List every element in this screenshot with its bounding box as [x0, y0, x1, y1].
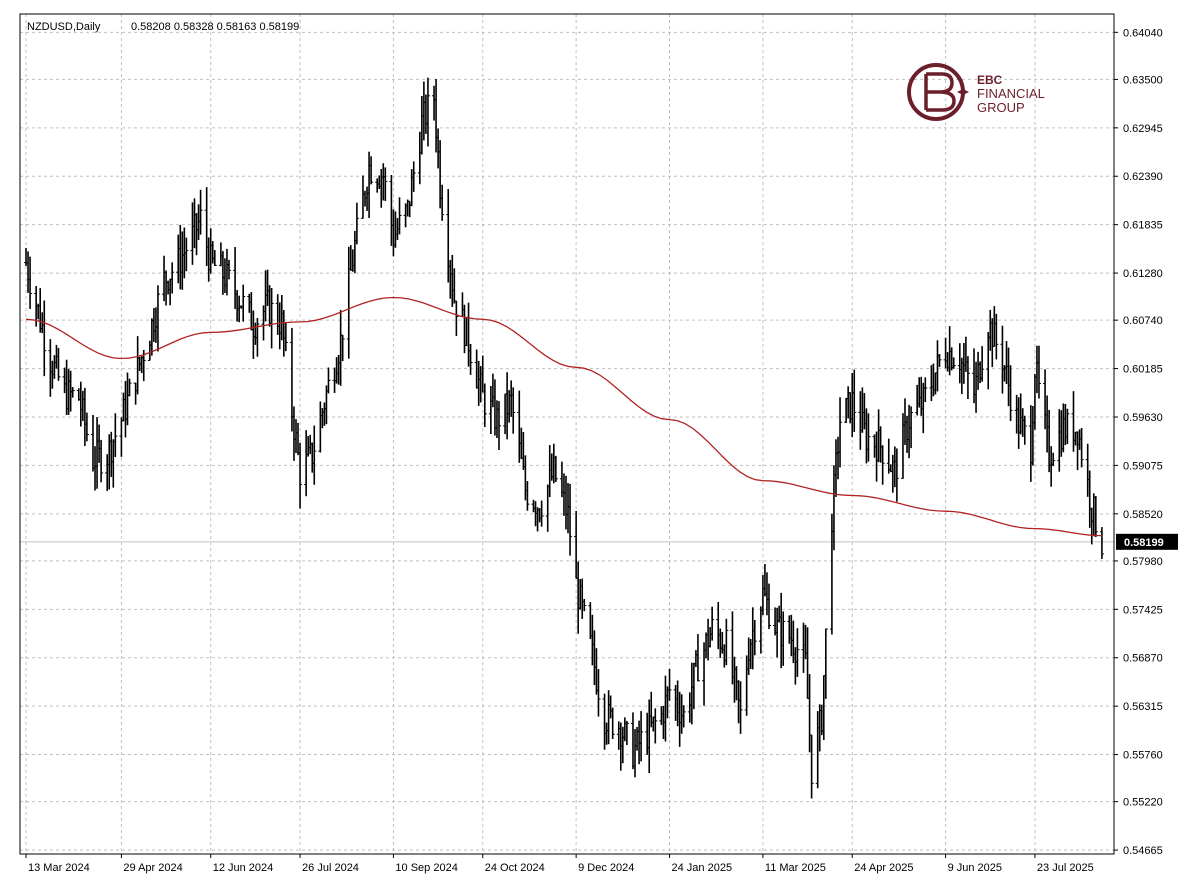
ohlc-values-label: 0.58208 0.58328 0.58163 0.58199 [131, 21, 299, 33]
time-tick-label: 13 Mar 2024 [28, 862, 90, 874]
price-tick-label: 0.63500 [1123, 74, 1163, 86]
price-tick-label: 0.57425 [1123, 604, 1163, 616]
price-tick-label: 0.62945 [1123, 123, 1163, 135]
price-tick-label: 0.59075 [1123, 460, 1163, 472]
time-tick-label: 23 Jul 2025 [1037, 862, 1094, 874]
price-tick-label: 0.55760 [1123, 750, 1163, 762]
time-tick-label: 24 Jan 2025 [672, 862, 733, 874]
price-tick-label: 0.57980 [1123, 556, 1163, 568]
symbol-label: NZDUSD,Daily [27, 21, 101, 33]
time-tick-label: 11 Mar 2025 [765, 862, 826, 874]
price-tick-label: 0.56315 [1123, 701, 1163, 713]
price-tick-label: 0.62390 [1123, 171, 1163, 183]
time-tick-label: 9 Jun 2025 [948, 862, 1002, 874]
time-tick-label: 24 Apr 2025 [854, 862, 913, 874]
price-tick-label: 0.58520 [1123, 509, 1163, 521]
price-tick-label: 0.61280 [1123, 268, 1163, 280]
price-tick-label: 0.56870 [1123, 653, 1163, 665]
price-chart[interactable]: 0.64040 0.63500 0.62945 0.62390 0.61835 0.612… [0, 0, 1200, 896]
price-tick-label: 0.60185 [1123, 364, 1163, 376]
time-tick-label: 10 Sep 2024 [395, 862, 457, 874]
price-tick-label: 0.54665 [1123, 845, 1163, 857]
logo-line-ebc: EBC [977, 73, 1003, 87]
time-tick-label: 29 Apr 2024 [123, 862, 182, 874]
time-tick-label: 12 Jun 2024 [213, 862, 274, 874]
chart-info: NZDUSD,Daily 0.58208 0.58328 0.58163 0.5… [27, 21, 299, 33]
price-tick-label: 0.55220 [1123, 797, 1163, 809]
price-tick-label: 0.60740 [1123, 315, 1163, 327]
time-tick-label: 24 Oct 2024 [485, 862, 545, 874]
chart-background [0, 0, 1200, 896]
logo-line-group: GROUP [977, 100, 1025, 115]
price-tick-label: 0.61835 [1123, 220, 1163, 232]
time-tick-label: 9 Dec 2024 [578, 862, 634, 874]
time-tick-label: 26 Jul 2024 [302, 862, 359, 874]
current-price-tag-label: 0.58199 [1124, 537, 1164, 549]
price-tick-label: 0.64040 [1123, 27, 1163, 39]
price-tick-label: 0.59630 [1123, 412, 1163, 424]
current-price-tag: 0.58199 [1116, 533, 1178, 550]
logo-line-financial: FINANCIAL [977, 86, 1045, 101]
